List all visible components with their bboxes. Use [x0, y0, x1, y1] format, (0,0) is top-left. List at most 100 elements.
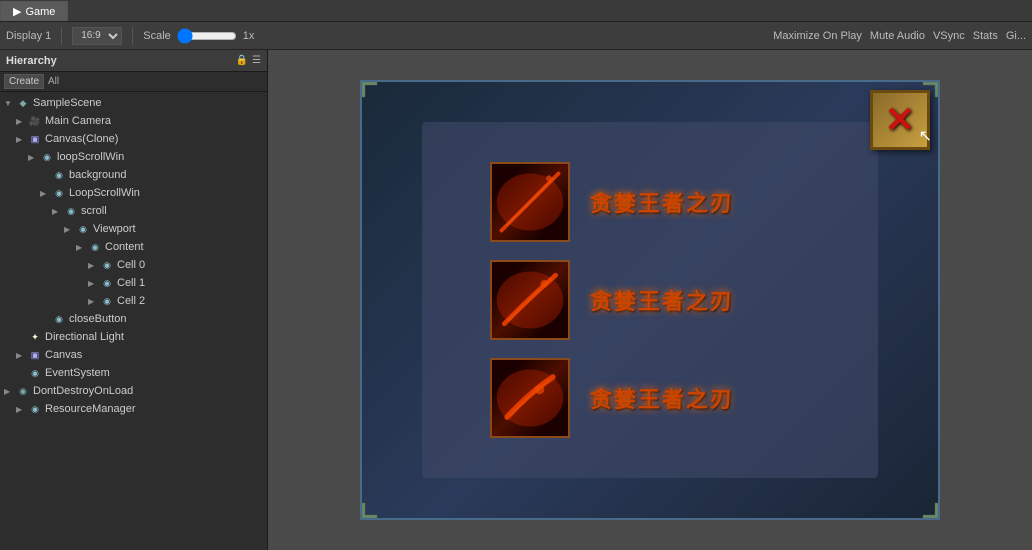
- obj-icon: ◉: [40, 150, 54, 164]
- tree-items-container: ▶🎥Main Camera▶▣Canvas(Clone)▶◉loopScroll…: [0, 112, 267, 418]
- weapon-slash-icon: [492, 164, 568, 240]
- weapon-slash-icon: [492, 360, 568, 436]
- tree-item[interactable]: ▶◉Cell 1: [0, 274, 267, 292]
- scale-label: Scale: [143, 30, 171, 42]
- tree-item[interactable]: ▶◉LoopScrollWin: [0, 184, 267, 202]
- tree-item[interactable]: ▶🎥Main Camera: [0, 112, 267, 130]
- obj-icon: ◉: [100, 294, 114, 308]
- hierarchy-title: Hierarchy: [6, 55, 57, 67]
- list-item[interactable]: 贪婪王者之刃: [490, 162, 810, 242]
- tree-item[interactable]: ▶▣Canvas: [0, 346, 267, 364]
- corner-bl: [362, 488, 392, 518]
- tree-item[interactable]: ▶◉Content: [0, 238, 267, 256]
- item-name: 贪婪王者之刃: [590, 382, 734, 414]
- game-tab-icon: ▶: [13, 5, 21, 18]
- tree-arrow: ▶: [40, 189, 52, 198]
- obj-icon: ◉: [100, 276, 114, 290]
- camera-icon: 🎥: [28, 114, 42, 128]
- game-toolbar: Display 1 16:9 Scale 1x Maximize On Play…: [0, 22, 1032, 50]
- scene-icon: ◉: [16, 384, 30, 398]
- tree-item[interactable]: ▶◉ResourceManager: [0, 400, 267, 418]
- tree-arrow: ▶: [88, 279, 100, 288]
- vsync[interactable]: VSync: [933, 30, 965, 42]
- main-layout: Hierarchy 🔒 ☰ Create All ▼ ◆ SampleScene…: [0, 50, 1032, 550]
- hierarchy-content: ▼ ◆ SampleScene ▶🎥Main Camera▶▣Canvas(Cl…: [0, 92, 267, 550]
- item-icon-box: [490, 260, 570, 340]
- list-item[interactable]: 贪婪王者之刃: [490, 260, 810, 340]
- obj-icon: ◉: [52, 312, 66, 326]
- tree-label: background: [69, 169, 127, 181]
- scale-value: 1x: [243, 30, 255, 42]
- scale-slider[interactable]: [177, 30, 237, 42]
- hierarchy-toolbar: Create All: [0, 72, 267, 92]
- scroll-list: 贪婪王者之刃 贪婪王者之刃 贪婪王者之刃: [422, 122, 878, 478]
- item-icon-box: [490, 358, 570, 438]
- item-name: 贪婪王者之刃: [590, 284, 734, 316]
- tree-item[interactable]: ◉closeButton: [0, 310, 267, 328]
- item-icon-box: [490, 162, 570, 242]
- tree-label: LoopScrollWin: [69, 187, 140, 199]
- tab-bar: ▶ Game: [0, 0, 1032, 22]
- close-icon: ✕: [885, 102, 915, 138]
- toolbar-right: Maximize On Play Mute Audio VSync Stats …: [773, 30, 1026, 42]
- close-button[interactable]: ✕: [870, 90, 930, 150]
- tree-arrow: ▶: [88, 261, 100, 270]
- tree-label: Main Camera: [45, 115, 111, 127]
- obj-icon: ◉: [100, 258, 114, 272]
- aspect-select[interactable]: 16:9: [72, 27, 122, 45]
- corner-br: [908, 488, 938, 518]
- game-items-container: 贪婪王者之刃 贪婪王者之刃 贪婪王者之刃: [490, 142, 810, 458]
- sep1: [61, 27, 62, 45]
- tree-item[interactable]: ▶◉Cell 2: [0, 292, 267, 310]
- mute-audio[interactable]: Mute Audio: [870, 30, 925, 42]
- hierarchy-panel: Hierarchy 🔒 ☰ Create All ▼ ◆ SampleScene…: [0, 50, 268, 550]
- tree-label: Cell 0: [117, 259, 145, 271]
- tree-arrow: ▶: [16, 117, 28, 126]
- tree-item[interactable]: ▶▣Canvas(Clone): [0, 130, 267, 148]
- tree-label: Canvas(Clone): [45, 133, 118, 145]
- gizmos[interactable]: Gi...: [1006, 30, 1026, 42]
- obj-icon: ◉: [52, 168, 66, 182]
- tree-item[interactable]: ◉EventSystem: [0, 364, 267, 382]
- obj-icon: ◉: [76, 222, 90, 236]
- tree-item[interactable]: ▶◉DontDestroyOnLoad: [0, 382, 267, 400]
- tree-item[interactable]: ▶◉scroll: [0, 202, 267, 220]
- tree-arrow: ▶: [16, 135, 28, 144]
- tree-label: closeButton: [69, 313, 126, 325]
- weapon-slash-icon: [492, 262, 568, 338]
- maximize-on-play[interactable]: Maximize On Play: [773, 30, 862, 42]
- create-button[interactable]: Create: [4, 74, 44, 89]
- scene-label: SampleScene: [33, 97, 102, 109]
- lock-icon: 🔒: [236, 55, 248, 66]
- light-icon: ✦: [28, 330, 42, 344]
- tab-game[interactable]: ▶ Game: [0, 1, 68, 21]
- tree-label: ResourceManager: [45, 403, 136, 415]
- all-button[interactable]: All: [48, 76, 59, 87]
- hierarchy-header-icons: 🔒 ☰: [236, 55, 261, 66]
- tree-item-samplescene[interactable]: ▼ ◆ SampleScene: [0, 94, 267, 112]
- tree-arrow: ▶: [64, 225, 76, 234]
- tree-item[interactable]: ▶◉Cell 0: [0, 256, 267, 274]
- corner-tl: [362, 82, 392, 112]
- tree-arrow: ▶: [28, 153, 40, 162]
- tree-label: scroll: [81, 205, 107, 217]
- item-name: 贪婪王者之刃: [590, 186, 734, 218]
- list-item[interactable]: 贪婪王者之刃: [490, 358, 810, 438]
- tree-item[interactable]: ▶◉Viewport: [0, 220, 267, 238]
- tree-item[interactable]: ▶◉loopScrollWin: [0, 148, 267, 166]
- tree-arrow: ▶: [52, 207, 64, 216]
- scene-icon: ◆: [16, 96, 30, 110]
- canvas-icon: ▣: [28, 132, 42, 146]
- tree-label: Content: [105, 241, 144, 253]
- stats[interactable]: Stats: [973, 30, 998, 42]
- tree-label: Cell 1: [117, 277, 145, 289]
- tree-label: Directional Light: [45, 331, 124, 343]
- tree-arrow: ▶: [4, 387, 16, 396]
- tree-label: DontDestroyOnLoad: [33, 385, 133, 397]
- game-content: 贪婪王者之刃 贪婪王者之刃 贪婪王者之刃: [360, 80, 940, 520]
- tree-item[interactable]: ◉background: [0, 166, 267, 184]
- tree-label: loopScrollWin: [57, 151, 124, 163]
- tree-arrow: ▶: [16, 405, 28, 414]
- tree-item[interactable]: ✦Directional Light: [0, 328, 267, 346]
- sep2: [132, 27, 133, 45]
